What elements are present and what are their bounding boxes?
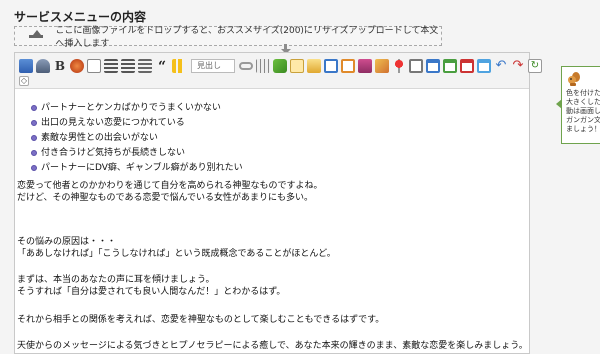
bullet-icon (31, 104, 37, 111)
numbered-list-icon[interactable] (121, 59, 135, 73)
box-blue-icon[interactable] (324, 59, 338, 73)
expand-button[interactable]: ◇ (19, 76, 29, 86)
bullet-icon (31, 149, 37, 156)
upload-arrow-icon (29, 30, 44, 42)
color-palette-icon[interactable] (70, 59, 84, 73)
bullet-list: パートナーとケンカばかりでうまくいかない 出口の見えない恋愛につかれている 素敵… (31, 100, 243, 175)
paragraph-listen: まずは、本当のあなたの声に耳を傾けましょう。 そうすれば「自分は愛されても良い人… (17, 275, 286, 297)
frame-green-icon[interactable] (443, 59, 457, 73)
tip-pointer (556, 99, 562, 109)
bullet-icon (31, 164, 37, 171)
align-list-icon[interactable] (138, 59, 152, 73)
paragraph-intro: 恋愛って他者とのかかわりを通じて自分を高められる神聖なものですよね。 だけど、そ… (17, 181, 323, 203)
pencil-icon[interactable] (375, 59, 389, 73)
list-item: 付き合うけど気持ちが長続きしない (31, 145, 243, 160)
blockquote-button[interactable]: “ (155, 59, 169, 75)
paragraph-relationship: それから相手との関係を考えれば、恋愛を神聖なものとして楽しむこともできるはずです… (17, 315, 385, 325)
redo-icon[interactable]: ↷ (511, 59, 525, 73)
insert-image-icon[interactable] (19, 59, 33, 73)
document-icon[interactable] (87, 59, 101, 73)
frame-blue-icon[interactable] (426, 59, 440, 73)
dropzone-text: ここに画像ファイルをドロップすると、おススメサイズ(200)にリサイズアップロー… (55, 26, 439, 49)
box-orange-icon[interactable] (341, 59, 355, 73)
box-gray-icon[interactable] (409, 59, 423, 73)
rich-text-editor[interactable]: B “ 見出し ↶ ↷ ↻ ◇ パートナーとケンカばかりでうまくいかない 出口の… (14, 52, 542, 354)
user-image-icon[interactable] (36, 59, 50, 73)
image-dropzone[interactable]: ここに画像ファイルをドロップすると、おススメサイズ(200)にリサイズアップロー… (14, 26, 442, 49)
page-icon[interactable] (290, 59, 304, 73)
list-item: 素敵な男性との出会いがない (31, 130, 243, 145)
list-icon[interactable] (104, 59, 118, 73)
heading-select[interactable]: 見出し (191, 59, 235, 73)
list-item: パートナーにDV癖、ギャンブル癖があり別れたい (31, 160, 243, 175)
image-gallery-icon[interactable] (307, 59, 321, 73)
bold-button[interactable]: B (53, 59, 67, 73)
editor-content[interactable]: パートナーとケンカばかりでうまくいかない 出口の見えない恋愛につかれている 素敵… (15, 90, 529, 353)
side-tip-text: 色を付けた 大きくした 動は画面し ガンガン文 ましょう！ (566, 89, 600, 133)
list-item: 出口の見えない恋愛につかれている (31, 115, 243, 130)
bullet-icon (31, 119, 37, 126)
edit-tool-icon[interactable] (273, 59, 287, 73)
editor-toolbar: B “ 見出し ↶ ↷ ↻ ◇ (15, 53, 542, 89)
list-item: パートナーとケンカばかりでうまくいかない (31, 100, 243, 115)
bullet-icon (31, 134, 37, 141)
side-tip-balloon: 色を付けた 大きくした 動は画面し ガンガン文 ましょう！ (556, 66, 600, 144)
paragraph-healing: 天使からのメッセージによる気づきとヒプノセラピーによる癒しで、あなた本来の輝きの… (17, 341, 528, 351)
link-icon[interactable] (239, 62, 253, 70)
frame-red-icon[interactable] (460, 59, 474, 73)
undo-icon[interactable]: ↶ (494, 59, 508, 73)
squirrel-icon (568, 72, 580, 86)
pin-icon[interactable] (392, 59, 406, 73)
frame-lightblue-icon[interactable] (477, 59, 491, 73)
refresh-icon[interactable]: ↻ (528, 59, 542, 73)
paragraph-cause: その悩みの原因は・・・ 「ああしなければ」「こうしなければ」という既成概念である… (17, 237, 336, 259)
tag-icon[interactable] (358, 59, 372, 73)
table-icon[interactable] (256, 59, 270, 73)
highlight-icon[interactable] (172, 59, 186, 73)
